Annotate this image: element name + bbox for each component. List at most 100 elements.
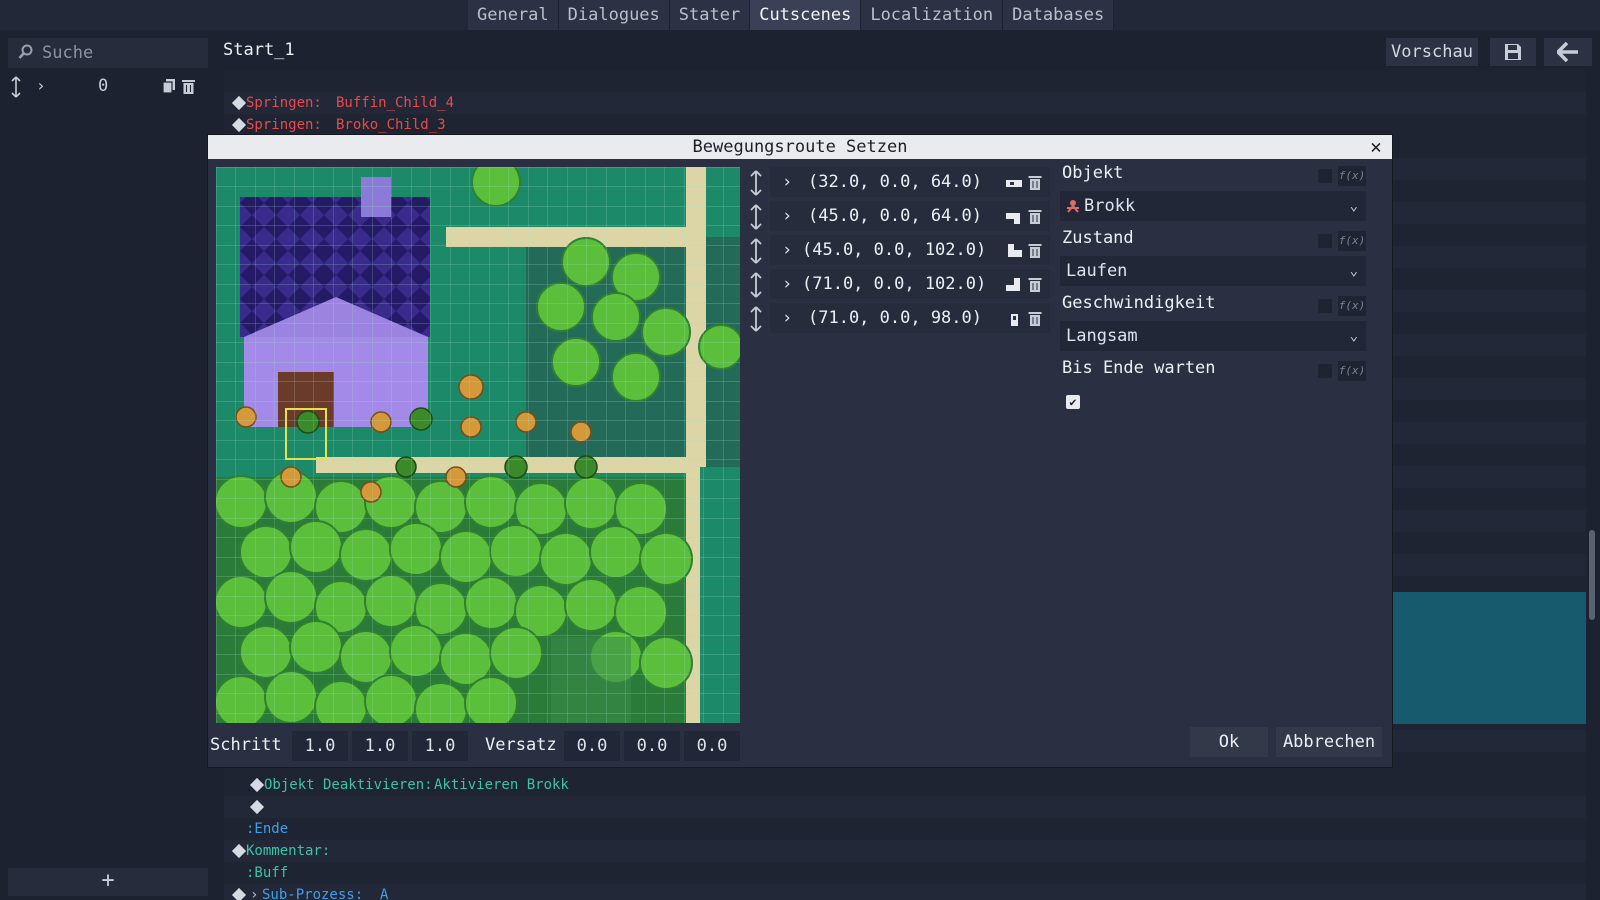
script-row[interactable]: Springen: Buffin_Child_4	[224, 92, 1586, 114]
script-row[interactable]: Springen: Broko_Child_3	[224, 114, 1586, 136]
speed-value: Langsam	[1066, 326, 1138, 346]
object-label: Objekt	[1062, 163, 1124, 183]
tab-general[interactable]: General	[468, 0, 559, 30]
save-icon	[1505, 44, 1521, 60]
wait-label: Bis Ende warten	[1062, 358, 1216, 378]
chevron-right-icon[interactable]: ›	[782, 308, 792, 328]
trash-icon[interactable]	[1028, 175, 1042, 190]
trash-icon[interactable]	[1028, 277, 1042, 292]
step-x-field[interactable]: 1.0	[292, 731, 348, 761]
chevron-right-icon[interactable]: ›	[782, 172, 792, 192]
map-preview[interactable]	[216, 167, 740, 723]
speed-expression-toggle[interactable]	[1318, 299, 1332, 313]
function-icon[interactable]: f(x)	[1338, 296, 1366, 316]
state-value: Laufen	[1066, 261, 1128, 281]
close-button[interactable]: ✕	[1366, 137, 1386, 157]
label-buff: :Buff	[246, 865, 289, 881]
waypoint-row[interactable]: › (32.0, 0.0, 64.0)	[746, 167, 1050, 199]
waypoint-coordinates: (71.0, 0.0, 98.0)	[808, 308, 982, 328]
function-icon[interactable]: f(x)	[1338, 361, 1366, 381]
cutscene-list-panel: › 0 +	[0, 30, 214, 900]
command-value: Aktivieren Brokk	[434, 777, 569, 793]
speed-select[interactable]: Langsam ⌄	[1060, 321, 1366, 351]
trash-icon[interactable]	[1028, 243, 1042, 258]
chevron-right-icon[interactable]: ›	[250, 884, 258, 900]
command-bullet-icon	[231, 117, 247, 133]
ok-button[interactable]: Ok	[1190, 727, 1268, 757]
wait-until-end-checkbox[interactable]: ✔	[1066, 395, 1080, 409]
script-row[interactable]: :Ende	[224, 818, 1586, 840]
script-row[interactable]: › Sub-Prozess: A	[224, 884, 1586, 900]
step-label: Schritt	[210, 735, 282, 755]
road-end-icon	[1011, 314, 1018, 326]
object-select[interactable]: Brokk ⌄	[1060, 191, 1366, 221]
save-button[interactable]	[1490, 38, 1536, 66]
trash-icon[interactable]	[1028, 209, 1042, 224]
step-offset-bar: Schritt 1.0 1.0 1.0 Versatz 0.0 0.0 0.0	[208, 729, 740, 763]
tab-databases[interactable]: Databases	[1003, 0, 1115, 30]
command-type: Objekt Deaktivieren:	[264, 777, 433, 793]
object-value: Brokk	[1084, 196, 1136, 216]
waypoint-coordinates: (45.0, 0.0, 102.0)	[802, 240, 987, 260]
offset-x-field[interactable]: 0.0	[564, 731, 620, 761]
map-canvas[interactable]	[216, 167, 740, 723]
object-expression-toggle[interactable]	[1318, 169, 1332, 183]
add-cutscene-button[interactable]: +	[8, 868, 208, 896]
chevron-down-icon: ⌄	[1349, 198, 1358, 214]
chevron-right-icon[interactable]: ›	[36, 76, 46, 95]
preview-button[interactable]: Vorschau	[1386, 38, 1478, 66]
step-z-field[interactable]: 1.0	[412, 731, 468, 761]
function-icon[interactable]: f(x)	[1338, 166, 1366, 186]
back-button[interactable]	[1544, 38, 1592, 66]
waypoint-row[interactable]: › (45.0, 0.0, 102.0)	[746, 235, 1050, 267]
trash-icon[interactable]	[182, 79, 195, 94]
road-corner-icon	[1008, 244, 1022, 257]
script-row[interactable]	[224, 796, 1586, 818]
road-corner-icon	[1006, 213, 1020, 224]
tab-localization[interactable]: Localization	[861, 0, 1004, 30]
command-type: Springen:	[246, 95, 322, 111]
trash-icon[interactable]	[1028, 311, 1042, 326]
script-row[interactable]: Objekt Deaktivieren: Aktivieren Brokk	[224, 774, 1586, 796]
character-icon	[1067, 200, 1079, 213]
cancel-button[interactable]: Abbrechen	[1276, 727, 1382, 757]
reorder-arrows-icon[interactable]	[746, 203, 766, 231]
offset-label: Versatz	[485, 735, 557, 755]
top-tab-bar: General Dialogues Stater Cutscenes Local…	[0, 0, 1600, 30]
scrollbar-thumb[interactable]	[1589, 530, 1595, 620]
tab-dialogues[interactable]: Dialogues	[558, 0, 670, 30]
script-row[interactable]: Kommentar:	[224, 840, 1586, 862]
waypoint-row[interactable]: › (71.0, 0.0, 98.0)	[746, 303, 1050, 335]
function-icon[interactable]: f(x)	[1338, 231, 1366, 251]
speed-label: Geschwindigkeit	[1062, 293, 1216, 313]
chevron-right-icon[interactable]: ›	[782, 274, 792, 294]
offset-z-field[interactable]: 0.0	[684, 731, 740, 761]
vertical-scrollbar[interactable]	[1586, 70, 1600, 900]
chevron-down-icon: ⌄	[1349, 328, 1358, 344]
tab-stater[interactable]: Stater	[669, 0, 751, 30]
cutscene-list-item[interactable]: › 0	[8, 72, 208, 102]
command-type: Kommentar:	[246, 843, 331, 859]
tab-cutscenes[interactable]: Cutscenes	[750, 0, 862, 30]
state-select[interactable]: Laufen ⌄	[1060, 256, 1366, 286]
waypoint-row[interactable]: › (71.0, 0.0, 102.0)	[746, 269, 1050, 301]
chevron-right-icon[interactable]: ›	[782, 206, 792, 226]
chevron-down-icon: ⌄	[1349, 263, 1358, 279]
step-y-field[interactable]: 1.0	[352, 731, 408, 761]
waypoint-row[interactable]: › (45.0, 0.0, 64.0)	[746, 201, 1050, 233]
command-bullet-icon	[249, 799, 265, 815]
reorder-arrows-icon[interactable]	[10, 76, 22, 98]
wait-expression-toggle[interactable]	[1318, 364, 1332, 378]
offset-y-field[interactable]: 0.0	[624, 731, 680, 761]
state-expression-toggle[interactable]	[1318, 234, 1332, 248]
selected-row-highlight	[1364, 592, 1586, 724]
reorder-arrows-icon[interactable]	[746, 305, 766, 333]
script-row[interactable]: :Buff	[224, 862, 1586, 884]
reorder-arrows-icon[interactable]	[746, 271, 766, 299]
script-row[interactable]	[224, 70, 1586, 92]
search-input[interactable]	[42, 41, 202, 65]
copy-icon[interactable]	[163, 79, 175, 93]
chevron-right-icon[interactable]: ›	[782, 240, 792, 260]
reorder-arrows-icon[interactable]	[746, 169, 766, 197]
reorder-arrows-icon[interactable]	[746, 237, 766, 265]
